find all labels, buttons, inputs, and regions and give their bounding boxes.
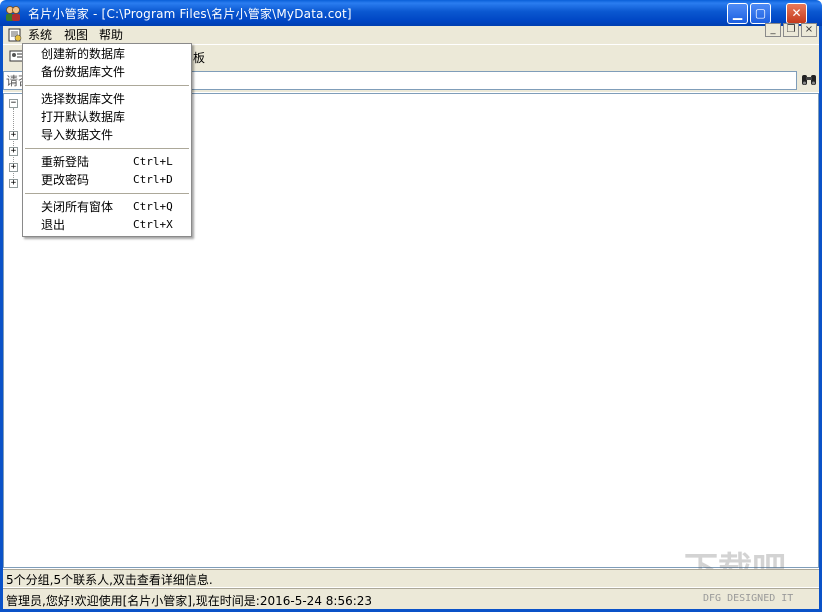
minimize-icon: ▁ <box>732 6 743 20</box>
window-title: 名片小管家 - [C:\Program Files\名片小管家\MyData.c… <box>28 7 352 21</box>
mdi-restore-button[interactable]: ❐ <box>783 23 799 37</box>
menu-item-label: 创建新的数据库 <box>41 47 126 61</box>
menu-item-shortcut: Ctrl+X <box>133 218 173 231</box>
close-icon: ✕ <box>791 6 802 20</box>
menu-separator <box>25 85 189 86</box>
status-welcome: 管理员,您好!欢迎使用[名片小管家],现在时间是:2016-5-24 8:56:… <box>6 594 373 608</box>
menu-help[interactable]: 帮助 <box>96 27 126 43</box>
menu-item-label: 备份数据库文件 <box>41 65 126 79</box>
status-credit: DFG DESIGNED IT <box>703 593 794 604</box>
menu-item-open-default-database[interactable]: 打开默认数据库 <box>23 108 191 126</box>
mdi-close-button[interactable]: × <box>801 23 817 37</box>
close-icon: × <box>804 24 814 35</box>
menu-item-label: 关闭所有窗体 <box>41 200 114 214</box>
document-icon[interactable] <box>7 27 23 43</box>
mdi-minimize-button[interactable]: _ <box>765 23 781 37</box>
menu-item-backup-database[interactable]: 备份数据库文件 <box>23 63 191 81</box>
menu-item-shortcut: Ctrl+L <box>133 155 173 168</box>
menu-item-shortcut: Ctrl+Q <box>133 200 173 213</box>
close-button[interactable]: ✕ <box>786 3 807 24</box>
menu-view[interactable]: 视图 <box>61 27 91 43</box>
menu-item-import-data[interactable]: 导入数据文件 <box>23 126 191 144</box>
system-menu-dropdown: 创建新的数据库 备份数据库文件 选择数据库文件 打开默认数据库 导入数据文件 重… <box>22 43 192 237</box>
menu-item-change-password[interactable]: 更改密码 Ctrl+D <box>23 171 191 189</box>
tree-group-expander[interactable]: + <box>9 179 18 188</box>
menu-item-close-all-windows[interactable]: 关闭所有窗体 Ctrl+Q <box>23 198 191 216</box>
menu-item-create-database[interactable]: 创建新的数据库 <box>23 45 191 63</box>
menu-item-shortcut: Ctrl+D <box>133 173 173 186</box>
menu-separator <box>25 148 189 149</box>
restore-icon: ❐ <box>786 24 796 35</box>
toolbar-label[interactable]: 板 <box>193 49 205 66</box>
tree-group-expander[interactable]: + <box>9 163 18 172</box>
maximize-button[interactable]: ▢ <box>750 3 771 24</box>
menu-bar: 系统 视图 帮助 <box>3 26 819 44</box>
minimize-button[interactable]: ▁ <box>727 3 748 24</box>
binoculars-icon[interactable] <box>800 72 818 88</box>
tree-root-expander[interactable]: − <box>9 99 18 108</box>
menu-item-relogin[interactable]: 重新登陆 Ctrl+L <box>23 153 191 171</box>
menu-item-select-database[interactable]: 选择数据库文件 <box>23 90 191 108</box>
menu-item-label: 退出 <box>41 218 66 232</box>
maximize-icon: ▢ <box>754 6 767 20</box>
menu-item-label: 更改密码 <box>41 173 90 187</box>
minimize-icon: _ <box>770 24 776 35</box>
menu-separator <box>25 193 189 194</box>
menu-item-label: 重新登陆 <box>41 155 90 169</box>
menu-item-label: 导入数据文件 <box>41 128 114 142</box>
tree-group-expander[interactable]: + <box>9 147 18 156</box>
people-icon[interactable] <box>4 4 22 22</box>
title-bar[interactable]: 名片小管家 - [C:\Program Files\名片小管家\MyData.c… <box>0 0 822 26</box>
menu-system[interactable]: 系统 <box>25 27 56 43</box>
status-bar-user: 管理员,您好!欢迎使用[名片小管家],现在时间是:2016-5-24 8:56:… <box>3 588 819 609</box>
menu-item-label: 选择数据库文件 <box>41 92 126 106</box>
status-bar-info: 5个分组,5个联系人,双击查看详细信息. <box>3 569 819 587</box>
menu-item-exit[interactable]: 退出 Ctrl+X <box>23 216 191 234</box>
status-summary: 5个分组,5个联系人,双击查看详细信息. <box>6 573 213 587</box>
tree-group-expander[interactable]: + <box>9 131 18 140</box>
menu-item-label: 打开默认数据库 <box>41 110 126 124</box>
